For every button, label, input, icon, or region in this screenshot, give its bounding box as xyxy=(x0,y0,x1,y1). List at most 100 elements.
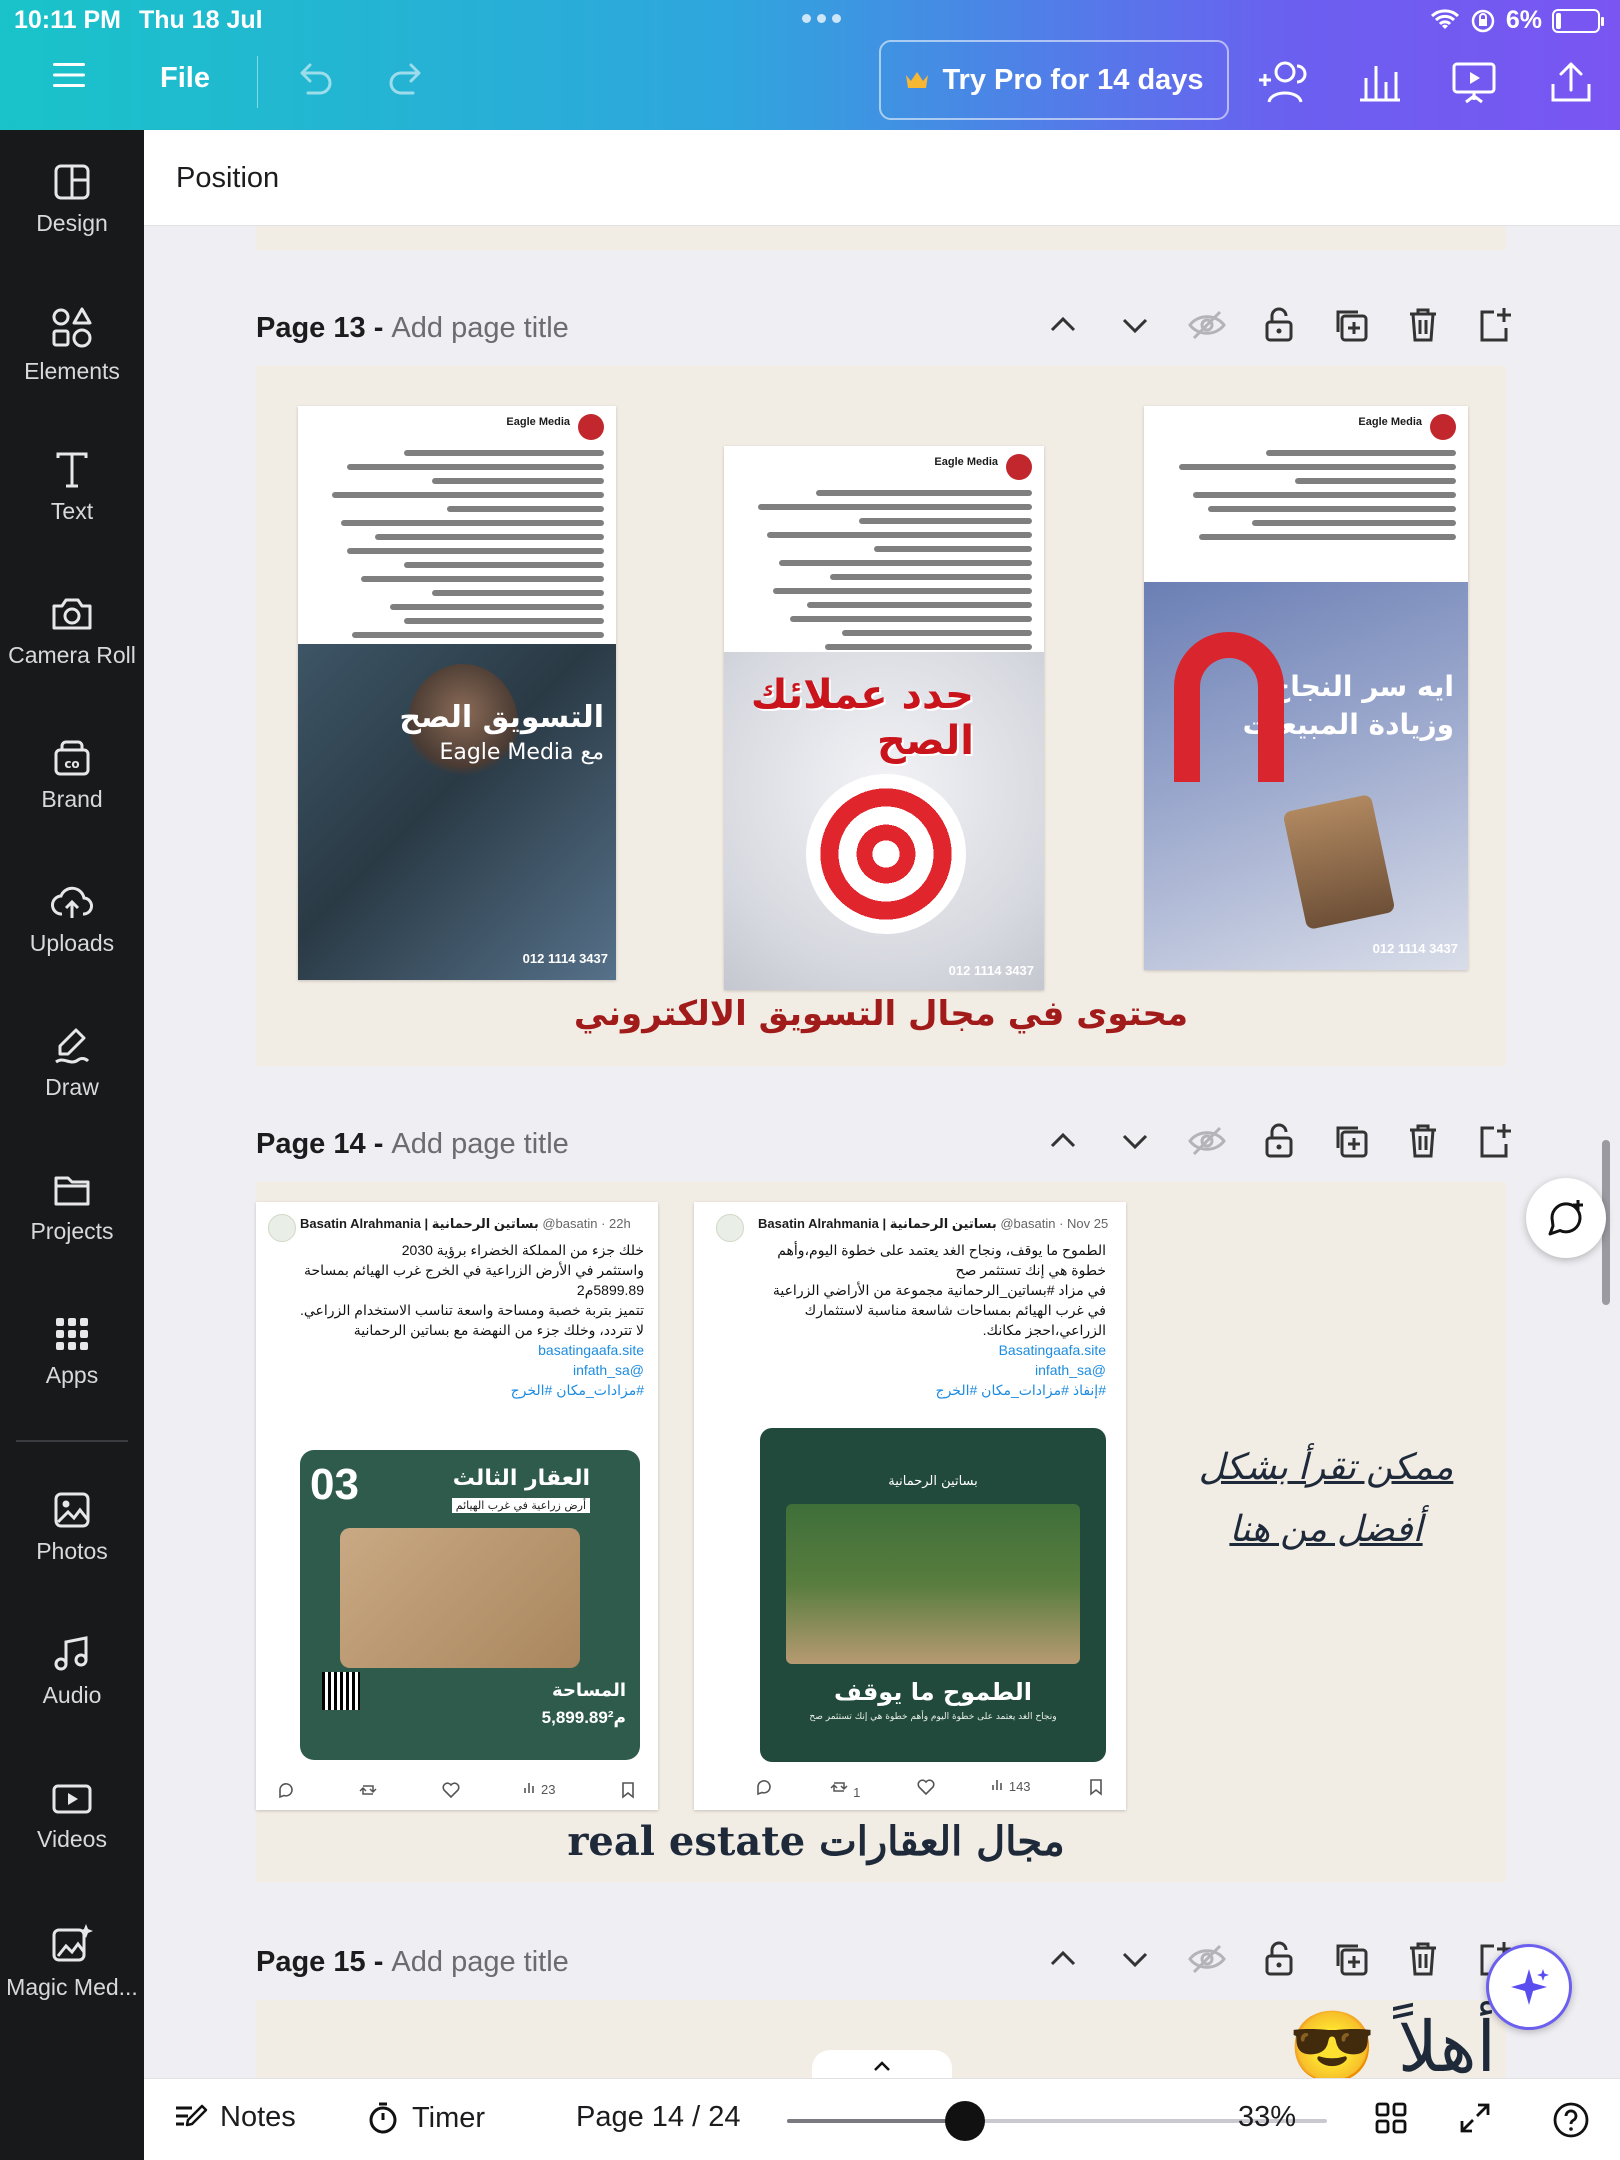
chevron-up-icon[interactable] xyxy=(1042,1938,1084,1980)
zoom-slider-knob[interactable] xyxy=(945,2101,985,2141)
post-card[interactable]: Eagle Media ايه سر النجاح وزيادة المبيعا… xyxy=(1144,406,1468,970)
sidebar-item-apps[interactable]: Apps xyxy=(0,1314,144,1444)
zoom-level[interactable]: 33% xyxy=(1238,2101,1296,2134)
page-13-canvas[interactable]: Eagle Media التسويق الصح مع Eagle Media … xyxy=(256,366,1506,1066)
page-title-placeholder[interactable]: Add page title xyxy=(391,1128,568,1160)
page-14-caption[interactable]: real estate مجال العقارات xyxy=(536,1818,1096,1865)
undo-button[interactable] xyxy=(292,58,336,98)
sidebar-item-brand[interactable]: co Brand xyxy=(0,738,144,868)
zoom-slider-fill xyxy=(787,2119,965,2123)
hide-page-icon[interactable] xyxy=(1186,1938,1228,1980)
sidebar-item-projects[interactable]: Projects xyxy=(0,1170,144,1300)
hide-page-icon[interactable] xyxy=(1186,1120,1228,1162)
grid-view-button[interactable] xyxy=(1374,2101,1408,2135)
sidebar-item-draw[interactable]: Draw xyxy=(0,1026,144,1156)
sidebar-item-label: Camera Roll xyxy=(8,642,136,668)
post-image: ايه سر النجاح وزيادة المبيعات 012 1114 3… xyxy=(1144,582,1468,970)
page-15-preview-text: أهلاً 😎 xyxy=(1288,2006,1496,2078)
insights-button[interactable] xyxy=(1352,56,1408,108)
trash-icon[interactable] xyxy=(1402,304,1444,346)
page-title-placeholder[interactable]: Add page title xyxy=(391,1946,568,1978)
reply-icon[interactable] xyxy=(276,1780,296,1800)
page-indicator[interactable]: Page 14 / 24 xyxy=(576,2101,740,2134)
position-title[interactable]: Position xyxy=(176,162,279,195)
add-page-icon[interactable] xyxy=(1474,1120,1516,1162)
magic-assistant-button[interactable] xyxy=(1486,1944,1572,2030)
timer-button[interactable]: Timer xyxy=(366,2101,485,2135)
hide-page-icon[interactable] xyxy=(1186,304,1228,346)
redo-button[interactable] xyxy=(385,58,429,98)
sidebar-item-uploads[interactable]: Uploads xyxy=(0,882,144,1012)
fullscreen-button[interactable] xyxy=(1458,2101,1492,2135)
tweet-link[interactable]: Basatingaafa.site xyxy=(754,1340,1106,1360)
try-pro-button[interactable]: Try Pro for 14 days xyxy=(879,40,1229,120)
like-icon[interactable] xyxy=(916,1777,936,1797)
lock-icon[interactable] xyxy=(1258,1120,1300,1162)
tweet-link[interactable]: @infath_sa xyxy=(270,1360,644,1380)
reply-icon[interactable] xyxy=(754,1777,774,1797)
tweet-link[interactable]: #مزادات_مكان #الخرج xyxy=(270,1380,644,1400)
menu-button[interactable] xyxy=(52,60,86,90)
tweet-link[interactable]: basatingaafa.site xyxy=(270,1340,644,1360)
chevron-down-icon[interactable] xyxy=(1114,1120,1156,1162)
post-card[interactable]: Eagle Media حدد عملائك الصح 012 1114 343… xyxy=(724,446,1044,990)
page-14-title[interactable]: Page 14 - Add page title xyxy=(256,1128,569,1161)
add-page-icon[interactable] xyxy=(1474,304,1516,346)
trash-icon[interactable] xyxy=(1402,1120,1444,1162)
notes-button[interactable]: Notes xyxy=(172,2101,296,2134)
add-comment-button[interactable] xyxy=(1526,1178,1606,1258)
battery-icon xyxy=(1552,8,1604,33)
avatar xyxy=(268,1214,296,1242)
bookmark-icon[interactable] xyxy=(1086,1777,1106,1797)
tweet-card[interactable]: Basatin Alrahmania | بساتين الرحمانية @b… xyxy=(256,1202,658,1810)
file-menu-button[interactable]: File xyxy=(160,62,210,95)
status-date: Thu 18 Jul xyxy=(139,6,263,34)
page-15-title[interactable]: Page 15 - Add page title xyxy=(256,1946,569,1979)
trash-icon[interactable] xyxy=(1402,1938,1444,1980)
read-better-note[interactable]: ممكن تقرأ بشكل أفضل من هنا xyxy=(1176,1436,1476,1560)
status-time: 10:11 PM xyxy=(14,6,122,34)
pages-drawer-handle[interactable] xyxy=(812,2050,952,2080)
tweet-line: تتميز بتربة خصبة ومساحة واسعة تناسب الاس… xyxy=(299,1302,644,1318)
repost-icon[interactable] xyxy=(829,1777,849,1797)
chevron-up-icon[interactable] xyxy=(1042,304,1084,346)
timer-icon xyxy=(369,2102,397,2134)
camera-icon xyxy=(52,598,92,630)
page-12-tail[interactable] xyxy=(256,226,1506,250)
chevron-down-icon[interactable] xyxy=(1114,1938,1156,1980)
sidebar-item-design[interactable]: Design xyxy=(0,162,144,292)
sidebar-item-videos[interactable]: Videos xyxy=(0,1778,144,1908)
page-13-caption[interactable]: محتوى في مجال التسويق الالكتروني xyxy=(556,994,1206,1034)
duplicate-page-icon[interactable] xyxy=(1330,1120,1372,1162)
sidebar-item-audio[interactable]: Audio xyxy=(0,1634,144,1764)
sidebar-item-elements[interactable]: Elements xyxy=(0,306,144,436)
export-button[interactable] xyxy=(1543,56,1599,108)
help-button[interactable] xyxy=(1552,2101,1590,2139)
tweet-link[interactable]: #إنفاذ #مزادات_مكان #الخرج xyxy=(754,1380,1106,1400)
tweet-card[interactable]: Basatin Alrahmania | بساتين الرحمانية @b… xyxy=(694,1202,1126,1810)
like-icon[interactable] xyxy=(441,1780,461,1800)
lock-icon[interactable] xyxy=(1258,304,1300,346)
post-card[interactable]: Eagle Media التسويق الصح مع Eagle Media … xyxy=(298,406,616,980)
multitask-dots-icon[interactable] xyxy=(802,14,841,23)
sidebar-item-photos[interactable]: Photos xyxy=(0,1490,144,1620)
repost-icon[interactable] xyxy=(358,1780,378,1800)
sidebar-item-camera-roll[interactable]: Camera Roll xyxy=(0,594,144,724)
page-14-canvas[interactable]: Basatin Alrahmania | بساتين الرحمانية @b… xyxy=(256,1182,1506,1882)
lock-icon[interactable] xyxy=(1258,1938,1300,1980)
duplicate-page-icon[interactable] xyxy=(1330,304,1372,346)
grid-view-icon xyxy=(1375,2102,1407,2134)
tweet-link[interactable]: @infath_sa xyxy=(754,1360,1106,1380)
present-button[interactable] xyxy=(1446,56,1502,108)
share-people-button[interactable] xyxy=(1255,56,1311,108)
chevron-up-icon[interactable] xyxy=(1042,1120,1084,1162)
photo-icon xyxy=(54,1492,90,1528)
page-title-placeholder[interactable]: Add page title xyxy=(391,312,568,344)
bookmark-icon[interactable] xyxy=(618,1780,638,1800)
chevron-down-icon[interactable] xyxy=(1114,304,1156,346)
sidebar-item-text[interactable]: Text xyxy=(0,450,144,580)
sidebar-item-magic-media[interactable]: Magic Med... xyxy=(0,1922,144,2052)
duplicate-page-icon[interactable] xyxy=(1330,1938,1372,1980)
page-13-title[interactable]: Page 13 - Add page title xyxy=(256,312,569,345)
target-illustration xyxy=(806,774,966,934)
